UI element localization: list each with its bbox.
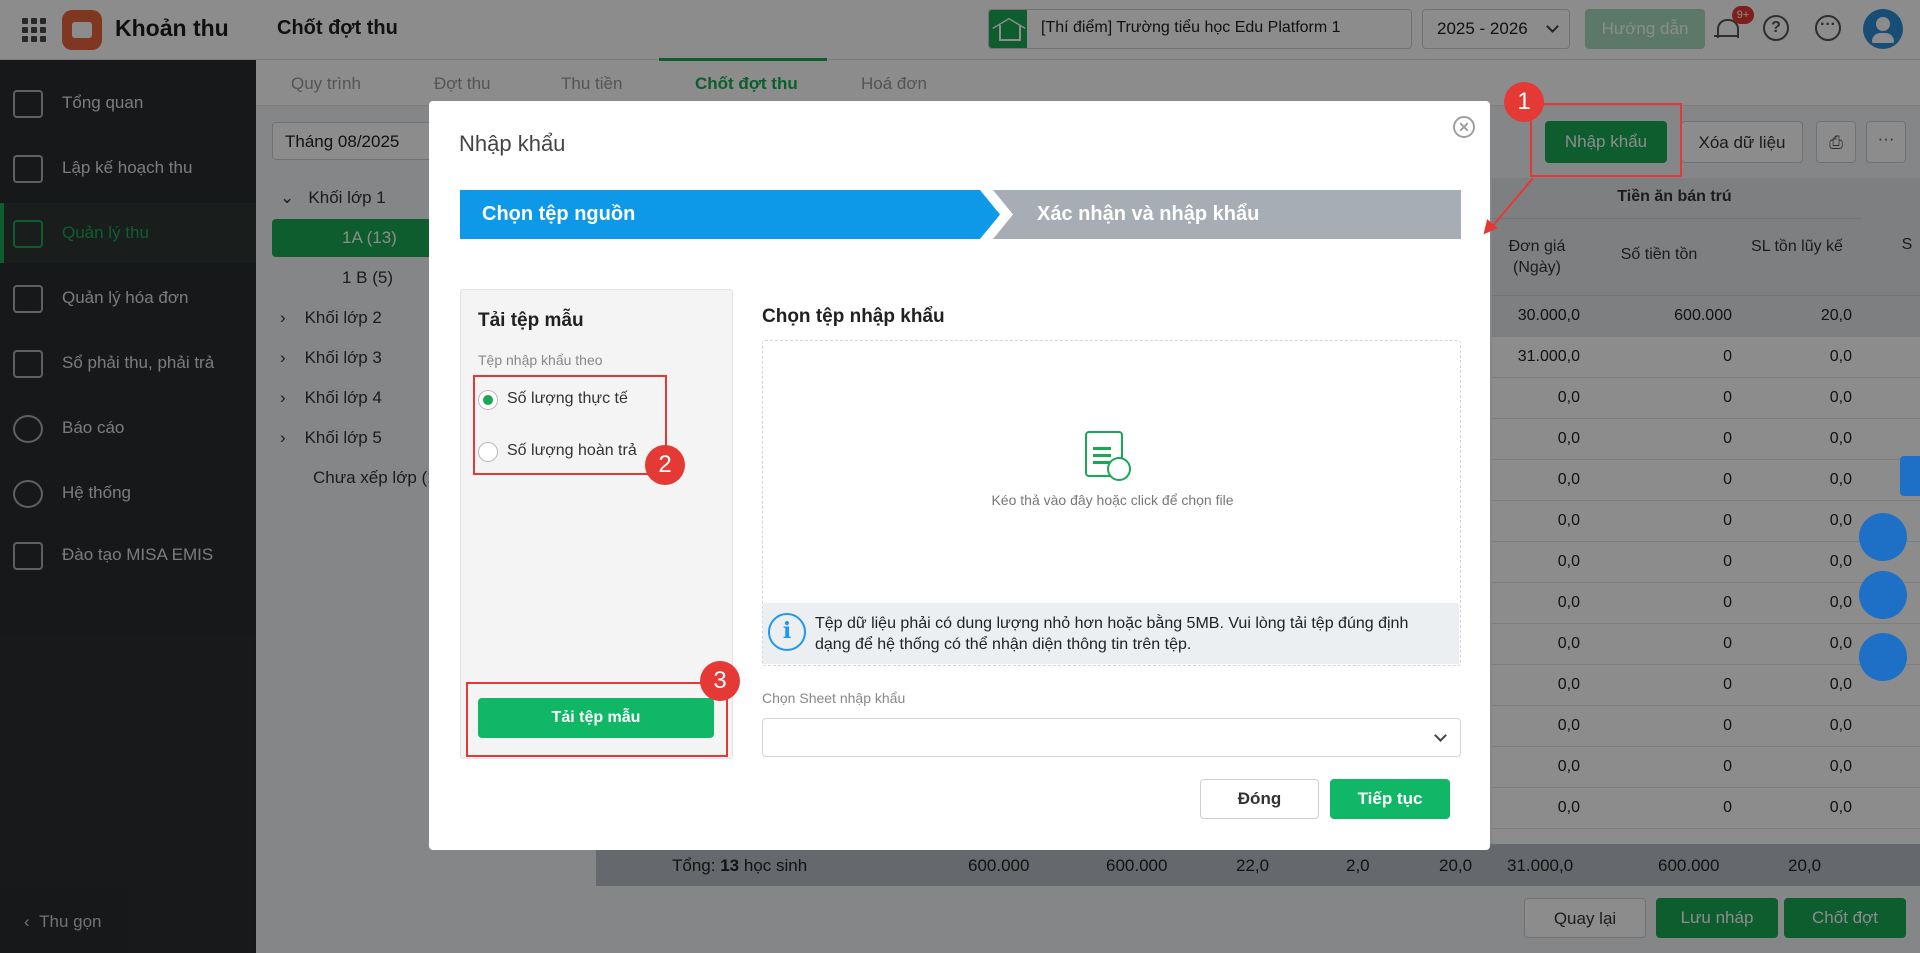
step-label: Xác nhận và nhập khẩu xyxy=(1037,203,1260,225)
dialog-title: Nhập khẩu xyxy=(459,131,566,156)
file-drop-zone[interactable]: Kéo thả vào đây hoặc click để chọn file … xyxy=(762,340,1461,666)
info-text: Tệp dữ liệu phải có dung lượng nhỏ hơn h… xyxy=(815,615,1409,653)
step-choose-source: Chọn tệp nguồn xyxy=(460,190,1000,239)
step-confirm-import: Xác nhận và nhập khẩu xyxy=(993,190,1461,239)
expand-panel-tab[interactable] xyxy=(1900,456,1920,496)
info-banner: i Tệp dữ liệu phải có dung lượng nhỏ hơn… xyxy=(763,603,1459,664)
sheet-label: Chọn Sheet nhập khẩu xyxy=(762,690,906,706)
chatbot-icon[interactable] xyxy=(1859,633,1907,681)
chevron-down-icon xyxy=(1434,729,1447,742)
annotation-box-options xyxy=(473,375,667,475)
template-title: Tải tệp mẫu xyxy=(478,310,584,331)
annotation-number-3: 3 xyxy=(700,661,740,701)
annotation-box-import xyxy=(1530,103,1682,177)
close-icon[interactable]: ✕ xyxy=(1453,116,1475,138)
step-label: Chọn tệp nguồn xyxy=(482,203,636,225)
continue-button[interactable]: Tiếp tục xyxy=(1330,779,1450,819)
template-subtitle: Tệp nhập khẩu theo xyxy=(478,352,603,368)
community-icon[interactable] xyxy=(1859,571,1907,619)
rocket-icon[interactable] xyxy=(1859,513,1907,561)
choose-file-title: Chọn tệp nhập khẩu xyxy=(762,306,945,327)
annotation-box-download xyxy=(466,682,728,757)
close-button[interactable]: Đóng xyxy=(1200,779,1319,819)
sheet-select[interactable] xyxy=(762,718,1461,757)
annotation-number-1: 1 xyxy=(1504,82,1544,122)
annotation-number-2: 2 xyxy=(645,445,685,485)
file-download-icon xyxy=(1085,431,1131,481)
drop-hint: Kéo thả vào đây hoặc click để chọn file xyxy=(991,492,1234,508)
info-icon: i xyxy=(768,613,806,651)
